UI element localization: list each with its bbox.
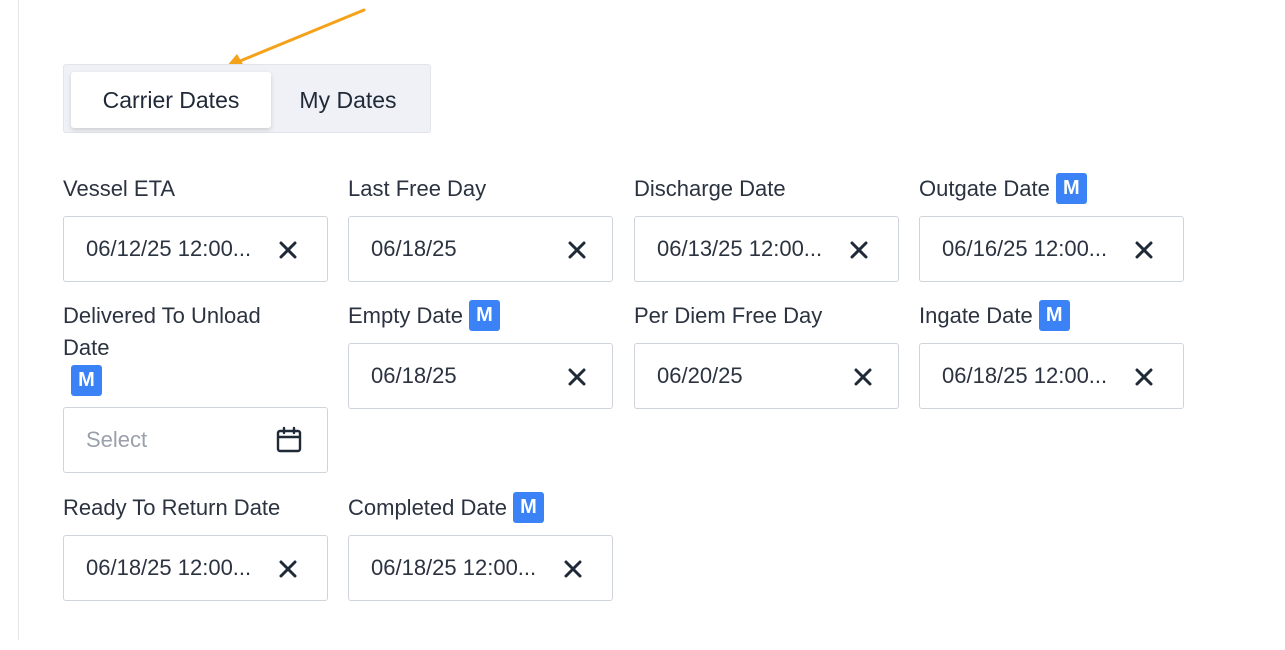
field-completed-date: Completed Date M 06/18/25 12:00... bbox=[348, 491, 613, 601]
date-tabs: Carrier Dates My Dates bbox=[63, 64, 431, 133]
ready-to-return-date-input[interactable]: 06/18/25 12:00... bbox=[63, 535, 328, 601]
field-label: Delivered To Unload Date bbox=[63, 303, 261, 360]
manual-badge: M bbox=[71, 365, 102, 396]
completed-date-input[interactable]: 06/18/25 12:00... bbox=[348, 535, 613, 601]
input-value: 06/20/25 bbox=[657, 363, 743, 388]
field-label: Vessel ETA bbox=[63, 176, 176, 201]
clear-icon[interactable] bbox=[279, 560, 297, 578]
field-label-text: Ingate Date bbox=[919, 303, 1033, 328]
input-value: 06/12/25 12:00... bbox=[86, 236, 252, 261]
calendar-icon[interactable] bbox=[275, 426, 303, 454]
input-value: 06/13/25 12:00... bbox=[657, 236, 823, 261]
tab-my-dates[interactable]: My Dates bbox=[278, 72, 418, 128]
clear-icon[interactable] bbox=[568, 241, 586, 259]
discharge-date-input[interactable]: 06/13/25 12:00... bbox=[634, 216, 899, 282]
input-value: 06/18/25 bbox=[371, 363, 457, 388]
field-discharge-date: Discharge Date 06/13/25 12:00... bbox=[634, 173, 899, 282]
clear-icon[interactable] bbox=[568, 368, 586, 386]
tab-carrier-dates[interactable]: Carrier Dates bbox=[71, 72, 271, 128]
input-value: 06/18/25 12:00... bbox=[942, 363, 1108, 388]
clear-icon[interactable] bbox=[1135, 241, 1153, 259]
field-label: Outgate Date M bbox=[919, 172, 1184, 206]
manual-badge: M bbox=[512, 491, 544, 523]
input-value: 06/18/25 12:00... bbox=[86, 555, 252, 580]
field-label: Per Diem Free Day bbox=[634, 303, 823, 328]
per-diem-free-day-input[interactable]: 06/20/25 bbox=[634, 343, 899, 409]
clear-icon[interactable] bbox=[850, 241, 868, 259]
clear-icon[interactable] bbox=[279, 241, 297, 259]
last-free-day-input[interactable]: 06/18/25 bbox=[348, 216, 613, 282]
dates-panel: Carrier Dates My Dates Vessel ETA 06/12/… bbox=[0, 0, 1285, 650]
manual-badge: M bbox=[468, 299, 500, 331]
field-label: Completed Date M bbox=[348, 491, 613, 525]
field-per-diem-free-day: Per Diem Free Day 06/20/25 bbox=[634, 300, 899, 409]
field-empty-date: Empty Date M 06/18/25 bbox=[348, 299, 613, 409]
manual-badge: M bbox=[1038, 299, 1070, 331]
panel-divider bbox=[18, 0, 19, 640]
field-last-free-day: Last Free Day 06/18/25 bbox=[348, 173, 613, 282]
clear-icon[interactable] bbox=[564, 560, 582, 578]
field-vessel-eta: Vessel ETA 06/12/25 12:00... bbox=[63, 173, 328, 282]
input-placeholder: Select bbox=[86, 427, 148, 452]
input-value: 06/16/25 12:00... bbox=[942, 236, 1108, 261]
field-label-text: Empty Date bbox=[348, 303, 463, 328]
clear-icon[interactable] bbox=[1135, 368, 1153, 386]
ingate-date-input[interactable]: 06/18/25 12:00... bbox=[919, 343, 1184, 409]
delivered-to-unload-date-input[interactable]: Select bbox=[63, 407, 328, 473]
field-label: Discharge Date bbox=[634, 176, 786, 201]
field-label-text: Completed Date bbox=[348, 495, 507, 520]
manual-badge: M bbox=[1055, 172, 1087, 204]
field-label: Last Free Day bbox=[348, 176, 487, 201]
field-delivered-to-unload-date: Delivered To Unload Date M Select bbox=[63, 300, 328, 473]
outgate-date-input[interactable]: 06/16/25 12:00... bbox=[919, 216, 1184, 282]
vessel-eta-input[interactable]: 06/12/25 12:00... bbox=[63, 216, 328, 282]
empty-date-input[interactable]: 06/18/25 bbox=[348, 343, 613, 409]
input-value: 06/18/25 bbox=[371, 236, 457, 261]
field-label: Ingate Date M bbox=[919, 299, 1184, 333]
field-ingate-date: Ingate Date M 06/18/25 12:00... bbox=[919, 299, 1184, 409]
clear-icon[interactable] bbox=[854, 368, 872, 386]
input-value: 06/18/25 12:00... bbox=[371, 555, 537, 580]
field-label-text: Outgate Date bbox=[919, 176, 1050, 201]
field-label: Ready To Return Date bbox=[63, 495, 281, 520]
field-outgate-date: Outgate Date M 06/16/25 12:00... bbox=[919, 172, 1184, 282]
field-label: Empty Date M bbox=[348, 299, 613, 333]
field-ready-to-return-date: Ready To Return Date 06/18/25 12:00... bbox=[63, 492, 328, 601]
